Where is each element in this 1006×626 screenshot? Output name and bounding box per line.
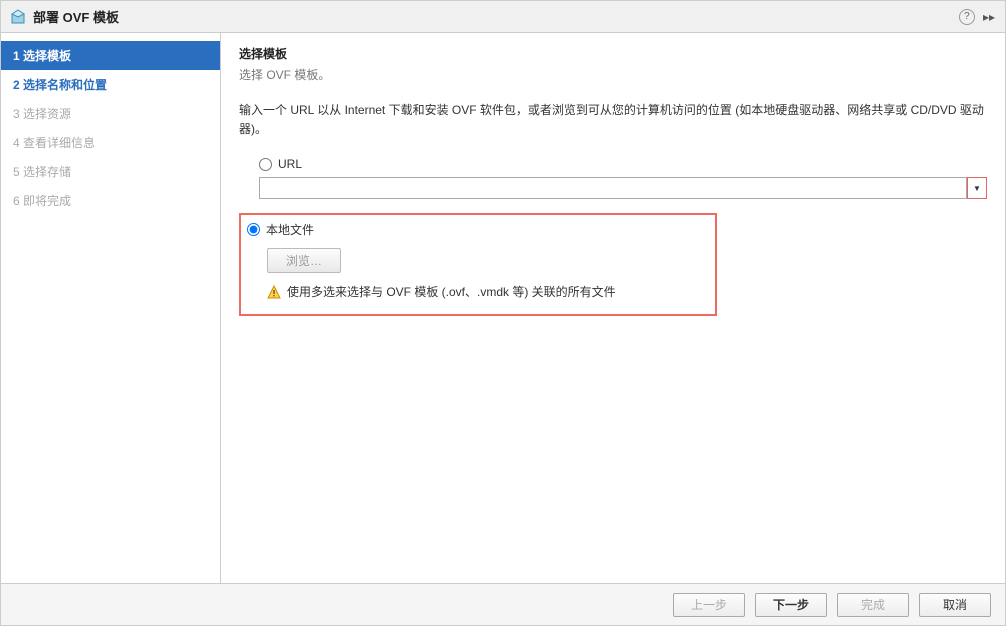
instructions-text: 输入一个 URL 以从 Internet 下载和安装 OVF 软件包，或者浏览到… (239, 101, 987, 139)
dialog-deploy-ovf: 部署 OVF 模板 ? ▸▸ 1 选择模板 2 选择名称和位置 3 选择资源 4… (0, 0, 1006, 626)
back-button[interactable]: 上一步 (673, 593, 745, 617)
ovf-box-icon (9, 8, 27, 26)
warning-text: 使用多选来选择与 OVF 模板 (.ovf、.vmdk 等) 关联的所有文件 (287, 283, 616, 300)
local-file-radio-label: 本地文件 (266, 221, 314, 238)
warning-row: 使用多选来选择与 OVF 模板 (.ovf、.vmdk 等) 关联的所有文件 (267, 283, 705, 300)
step-label: 查看详细信息 (23, 136, 95, 150)
step-num: 6 (13, 194, 20, 208)
step-label: 即将完成 (23, 194, 71, 208)
step-num: 3 (13, 107, 20, 121)
step-num: 4 (13, 136, 20, 150)
next-button[interactable]: 下一步 (755, 593, 827, 617)
url-input-row: ▼ (239, 177, 987, 199)
step-label: 选择模板 (23, 49, 71, 63)
wizard-footer: 上一步 下一步 完成 取消 (1, 583, 1005, 625)
step-review-details: 4 查看详细信息 (1, 128, 220, 157)
chevron-down-icon: ▼ (973, 184, 981, 193)
step-label: 选择资源 (23, 107, 71, 121)
section-subtitle: 选择 OVF 模板。 (239, 66, 987, 83)
step-select-storage: 5 选择存储 (1, 157, 220, 186)
dialog-title: 部署 OVF 模板 (33, 7, 959, 26)
step-select-resource: 3 选择资源 (1, 99, 220, 128)
url-radio[interactable] (259, 158, 272, 171)
step-select-template[interactable]: 1 选择模板 (1, 41, 220, 70)
local-option-row: 本地文件 (247, 221, 705, 238)
step-select-name-location[interactable]: 2 选择名称和位置 (1, 70, 220, 99)
step-num: 2 (13, 78, 20, 92)
url-input[interactable] (259, 177, 967, 199)
step-num: 5 (13, 165, 20, 179)
wizard-sidebar: 1 选择模板 2 选择名称和位置 3 选择资源 4 查看详细信息 5 选择存储 … (1, 33, 221, 583)
section-title: 选择模板 (239, 45, 987, 62)
step-num: 1 (13, 49, 20, 63)
url-dropdown-button[interactable]: ▼ (967, 177, 987, 199)
popout-icon[interactable]: ▸▸ (981, 10, 997, 24)
cancel-button[interactable]: 取消 (919, 593, 991, 617)
url-option-row: URL (239, 157, 987, 171)
step-label: 选择存储 (23, 165, 71, 179)
step-ready-complete: 6 即将完成 (1, 186, 220, 215)
local-file-radio[interactable] (247, 223, 260, 236)
step-label: 选择名称和位置 (23, 78, 107, 92)
titlebar: 部署 OVF 模板 ? ▸▸ (1, 1, 1005, 33)
browse-button[interactable]: 浏览… (267, 248, 341, 273)
local-file-group: 本地文件 浏览… 使用多选来选择与 OVF 模板 (.ovf、.vmdk 等) … (239, 213, 717, 316)
finish-button[interactable]: 完成 (837, 593, 909, 617)
url-radio-label: URL (278, 157, 302, 171)
help-icon[interactable]: ? (959, 9, 975, 25)
warning-icon (267, 285, 281, 299)
main-panel: 选择模板 选择 OVF 模板。 输入一个 URL 以从 Internet 下载和… (221, 33, 1005, 583)
content-area: 1 选择模板 2 选择名称和位置 3 选择资源 4 查看详细信息 5 选择存储 … (1, 33, 1005, 583)
